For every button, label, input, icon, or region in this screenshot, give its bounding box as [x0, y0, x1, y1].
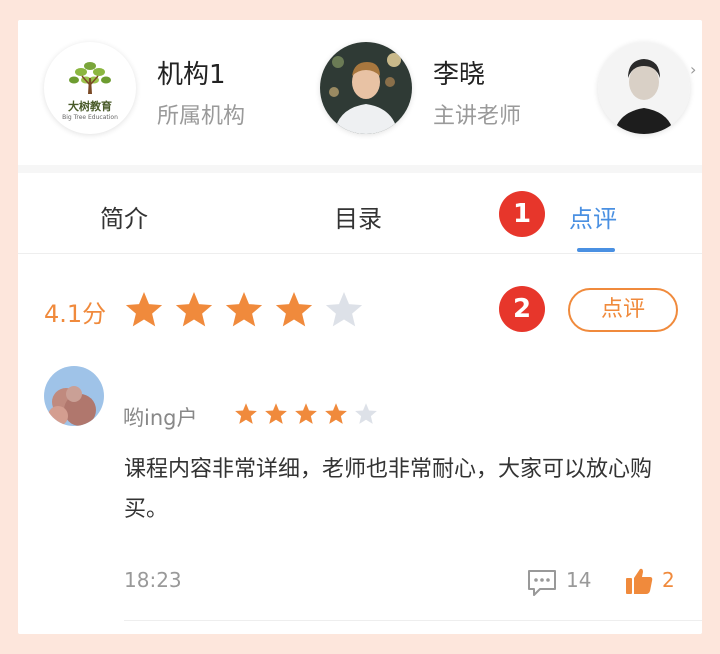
reviewer-avatar[interactable]: [44, 366, 104, 426]
org-logo-title: 大树教育: [68, 100, 112, 113]
instructors-row: 大树教育 Big Tree Education 机构1 所属机构 李晓 主讲老师…: [18, 20, 702, 165]
star-icon: [325, 292, 363, 327]
teacher-card-partial[interactable]: [598, 42, 702, 142]
teacher-avatar-2: [598, 42, 690, 134]
teacher-photo: [320, 42, 412, 134]
tab-intro[interactable]: 简介: [100, 199, 148, 234]
tab-bar: 简介 目录 点评 1: [18, 173, 702, 254]
star-icon: [225, 292, 263, 327]
review-time: 18:23: [124, 568, 182, 592]
review-text: 课程内容非常详细，老师也非常耐心，大家可以放心购买。: [124, 457, 653, 522]
star-icon: [275, 292, 313, 327]
screen-frame: 大树教育 Big Tree Education 机构1 所属机构 李晓 主讲老师…: [18, 20, 702, 634]
teacher-card[interactable]: 李晓 主讲老师: [320, 42, 580, 142]
star-icon: [265, 403, 287, 424]
star-icon: [125, 292, 163, 327]
reviewer-photo: [44, 366, 104, 426]
org-name: 机构1: [157, 60, 226, 90]
org-card[interactable]: 大树教育 Big Tree Education 机构1 所属机构: [44, 42, 304, 142]
comment-button[interactable]: 14: [526, 568, 591, 598]
teacher-photo-2: [598, 42, 690, 134]
rating-stars: [124, 290, 374, 334]
tab-catalog[interactable]: 目录: [334, 199, 382, 234]
teacher-name: 李晓: [433, 60, 486, 90]
star-icon: [175, 292, 213, 327]
comment-icon: [528, 570, 556, 596]
star-icon: [355, 403, 377, 424]
comment-count: 14: [566, 568, 592, 592]
reviewer-stars: [234, 402, 384, 428]
reviews-panel: 4.1分 2 点评 哟ing户 课程内容非常详细，老师也非常耐心，大家可以放心购…: [18, 254, 702, 634]
annotation-badge-1: 1: [499, 191, 545, 237]
review-divider: [124, 620, 702, 621]
like-count: 2: [662, 568, 675, 592]
star-icon: [325, 403, 347, 424]
thumbs-up-icon: [626, 568, 653, 594]
like-button[interactable]: 2: [624, 566, 675, 596]
star-icon: [295, 403, 317, 424]
org-logo-subtitle: Big Tree Education: [62, 114, 118, 121]
active-tab-indicator: [577, 248, 615, 252]
teacher-role: 主讲老师: [433, 104, 522, 129]
org-role: 所属机构: [157, 104, 246, 129]
org-logo: 大树教育 Big Tree Education: [44, 42, 136, 134]
star-icon: [235, 403, 257, 424]
tab-reviews[interactable]: 点评: [569, 199, 617, 234]
annotation-badge-2: 2: [499, 286, 545, 332]
scroll-right-icon[interactable]: ›: [690, 60, 702, 100]
teacher-avatar: [320, 42, 412, 134]
reviewer-name: 哟ing户: [123, 406, 198, 430]
rating-score: 4.1分: [44, 300, 107, 328]
write-review-button[interactable]: 点评: [568, 288, 678, 332]
